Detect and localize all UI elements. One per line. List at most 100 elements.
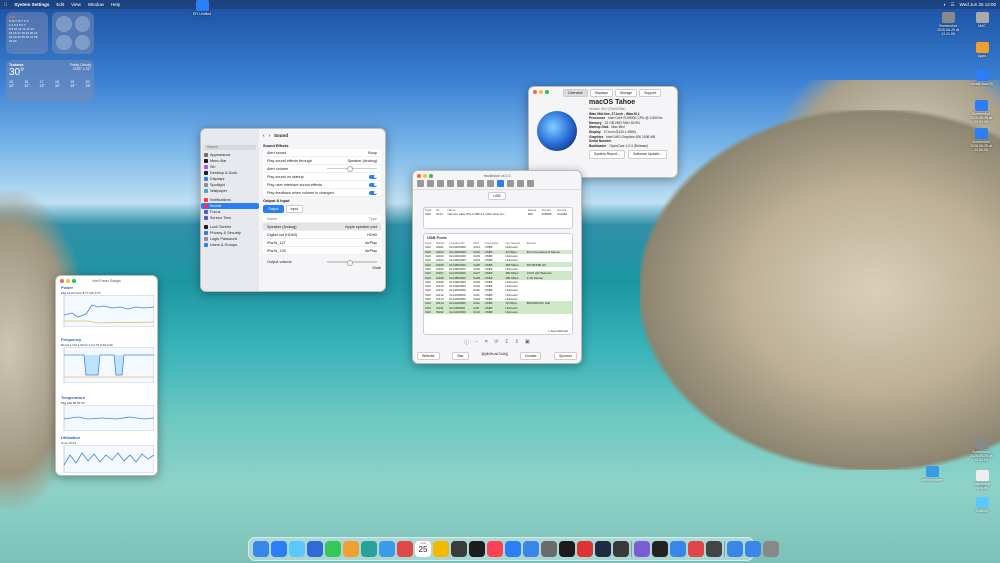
desktop-icon[interactable]: Install macOS bbox=[970, 70, 994, 86]
dock-app-icon[interactable] bbox=[613, 541, 629, 557]
tab-overview[interactable]: Overview bbox=[563, 89, 588, 97]
dock-app-icon[interactable] bbox=[523, 541, 539, 557]
alert-volume-slider[interactable] bbox=[327, 166, 377, 172]
device-row[interactable]: iPad's_133 AirPlay bbox=[263, 247, 381, 255]
export-icon[interactable]: ↥ bbox=[515, 339, 519, 346]
device-row[interactable]: Speaker (Analog) Apple speaker port bbox=[263, 223, 381, 231]
tab-input[interactable]: Input bbox=[285, 205, 304, 213]
menu-window[interactable]: Window bbox=[88, 2, 104, 7]
calendar-widget[interactable]: JUN S M T W T F S 1 2 3 4 5 6 7 8 9 10 1… bbox=[6, 12, 48, 54]
save-icon[interactable]: ▣ bbox=[525, 339, 530, 346]
menu-clock[interactable]: Wed Jun 25 14:00 bbox=[960, 2, 996, 8]
refresh-icon[interactable]: ⟳ bbox=[494, 339, 498, 346]
dock-app-icon[interactable] bbox=[727, 541, 743, 557]
dock-app-icon[interactable] bbox=[763, 541, 779, 557]
donate-button[interactable]: Donate bbox=[520, 352, 542, 360]
row-play-through[interactable]: Play sound effects through Speaker (Analo… bbox=[263, 157, 381, 165]
tab-support[interactable]: Support bbox=[639, 89, 662, 97]
tab-displays[interactable]: Displays bbox=[589, 89, 613, 97]
shortcut-circle[interactable] bbox=[56, 16, 72, 32]
toolbar-icon[interactable] bbox=[457, 180, 464, 187]
hackintool-window[interactable]: Hackintool v4.0.3 USB Type ID Name Serie… bbox=[412, 170, 582, 364]
desktop-icon[interactable]: untitled folder bbox=[920, 466, 944, 482]
weather-widget[interactable]: Teutonia 30° Partly Cloudy H:33° L:21° 1… bbox=[6, 60, 94, 102]
dock-app-icon[interactable] bbox=[451, 541, 467, 557]
toolbar-icon[interactable] bbox=[507, 180, 514, 187]
desktop-icon[interactable]: Screenshot 2025-06-25 at 13.41.55 bbox=[936, 12, 960, 36]
website-button[interactable]: Website bbox=[417, 352, 440, 360]
menu-edit[interactable]: Edit bbox=[56, 2, 64, 7]
apple-icon[interactable]:  bbox=[4, 2, 7, 7]
dock-app-icon[interactable] bbox=[706, 541, 722, 557]
zoom-button[interactable] bbox=[429, 174, 433, 178]
dock-app-icon[interactable] bbox=[505, 541, 521, 557]
sidebar-item-users-groups[interactable]: Users & Groups bbox=[201, 242, 259, 248]
toolbar-icon[interactable] bbox=[527, 180, 534, 187]
row-startup-sound[interactable]: Play sound on startup bbox=[263, 173, 381, 181]
row-value[interactable]: Boop bbox=[368, 151, 377, 155]
info-icon[interactable]: ⓘ bbox=[464, 339, 469, 346]
row-alert-sound[interactable]: Alert sound Boop bbox=[263, 149, 381, 157]
output-volume-slider[interactable] bbox=[327, 260, 377, 265]
dock-app-icon[interactable] bbox=[577, 541, 593, 557]
menu-app-name[interactable]: System Settings bbox=[14, 2, 49, 7]
toolbar-icon[interactable] bbox=[417, 180, 424, 187]
table-row[interactable]: XHC SS02 0x14100000 0x10 USB3 Unknown bbox=[424, 309, 572, 315]
auto-refresh[interactable]: ● Auto Refresh bbox=[548, 329, 568, 333]
desktop-icon[interactable]: MAC bbox=[970, 12, 994, 28]
close-button[interactable] bbox=[60, 279, 64, 283]
system-report-button[interactable]: System Report... bbox=[589, 150, 626, 159]
dock-app-icon[interactable]: JUN 25 bbox=[415, 541, 431, 557]
tab-storage[interactable]: Storage bbox=[614, 89, 638, 97]
startup-toggle[interactable] bbox=[369, 174, 377, 179]
zoom-button[interactable] bbox=[545, 90, 549, 94]
row-output-volume[interactable]: Output volume bbox=[263, 258, 381, 266]
forward-icon[interactable]: › bbox=[269, 133, 271, 138]
desktop-icon[interactable]: Untitled bbox=[970, 497, 994, 513]
ui-sounds-toggle[interactable] bbox=[369, 182, 377, 187]
minimize-button[interactable] bbox=[66, 279, 70, 283]
device-row[interactable]: iPad's_127 AirPlay bbox=[263, 239, 381, 247]
clear-icon[interactable]: ✕ bbox=[484, 339, 488, 346]
import-icon[interactable]: ↧ bbox=[505, 339, 509, 346]
toolbar-icon[interactable] bbox=[467, 180, 474, 187]
sidebar-item-screen-time[interactable]: Screen Time bbox=[201, 215, 259, 221]
minus-icon[interactable]: − bbox=[475, 339, 478, 346]
shortcut-circle[interactable] bbox=[74, 34, 90, 50]
dock-app-icon[interactable] bbox=[652, 541, 668, 557]
minimize-button[interactable] bbox=[539, 90, 543, 94]
dock-app-icon[interactable] bbox=[469, 541, 485, 557]
desktop-icon[interactable]: Installation Log.rtf bbox=[970, 470, 994, 490]
toolbar-icon[interactable] bbox=[437, 180, 444, 187]
device-row[interactable]: Digital out (HDMI) HDMI bbox=[263, 231, 381, 239]
toolbar-icon[interactable] bbox=[447, 180, 454, 187]
mute-label[interactable]: Mute bbox=[263, 266, 381, 270]
desktop-icon[interactable]: Screenshot 2025-06-25 at 14.00.00 bbox=[969, 438, 993, 462]
dock-app-icon[interactable] bbox=[670, 541, 686, 557]
row-volume-feedback[interactable]: Play feedback when volume is changed bbox=[263, 189, 381, 197]
dock-app-icon[interactable] bbox=[541, 541, 557, 557]
dock-app-icon[interactable] bbox=[361, 541, 377, 557]
toolbar-icon[interactable] bbox=[487, 180, 494, 187]
dock-app-icon[interactable] bbox=[343, 541, 359, 557]
dock-app-icon[interactable] bbox=[379, 541, 395, 557]
power-gadget-window[interactable]: Intel Power Gadget Power Pkg 10.04 Core … bbox=[55, 275, 158, 476]
dock-app-icon[interactable] bbox=[634, 541, 650, 557]
zoom-button[interactable] bbox=[72, 279, 76, 283]
dock-app-icon[interactable] bbox=[487, 541, 503, 557]
wifi-icon[interactable]: ◑ bbox=[943, 2, 946, 8]
toolbar-icon[interactable] bbox=[477, 180, 484, 187]
feedback-toggle[interactable] bbox=[369, 190, 377, 195]
about-this-mac-window[interactable]: Overview Displays Storage Support macOS … bbox=[528, 86, 678, 178]
dock-app-icon[interactable] bbox=[559, 541, 575, 557]
tab-output[interactable]: Output bbox=[263, 205, 284, 213]
dock-app-icon[interactable] bbox=[595, 541, 611, 557]
sidebar-search[interactable]: Search bbox=[204, 145, 256, 150]
system-settings-window[interactable]: Search Appearance Menu Bar Siri Desktop & D… bbox=[200, 128, 386, 292]
shortcut-circle[interactable] bbox=[74, 16, 90, 32]
desktop-icon[interactable]: Apps bbox=[970, 42, 994, 58]
close-button[interactable] bbox=[417, 174, 421, 178]
usb-tab[interactable]: USB bbox=[488, 192, 506, 200]
controller-row[interactable]: XHC 0x14 Cannon Lake PCH USB 3.1 xHCI Ho… bbox=[424, 212, 572, 216]
shortcuts-widget[interactable] bbox=[52, 12, 94, 54]
